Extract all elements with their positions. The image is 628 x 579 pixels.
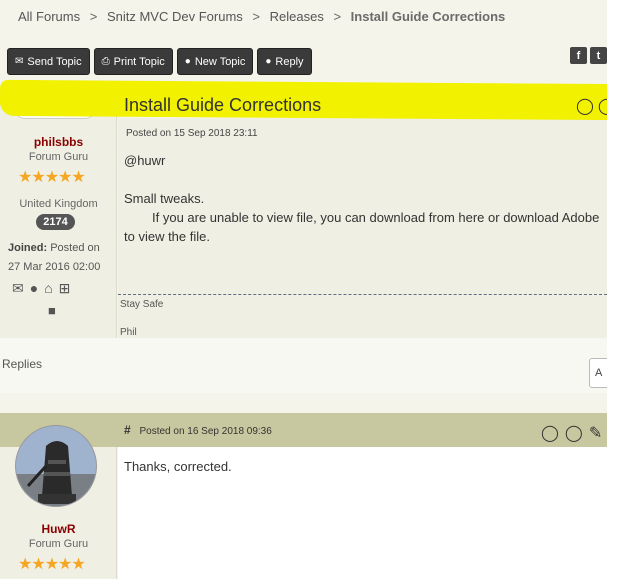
author-name[interactable]: HuwR xyxy=(0,522,117,536)
chat-icon[interactable]: ● xyxy=(30,280,38,297)
lock-icon: ■ xyxy=(48,303,56,318)
quote-icon[interactable]: ◯ xyxy=(576,96,594,116)
posted-date: Posted on 16 Sep 2018 09:36 xyxy=(139,426,272,437)
user-actions: ✉ ● ⌂ ⊞ xyxy=(12,280,70,297)
avatar xyxy=(15,425,97,507)
breadcrumb-current: Install Guide Corrections xyxy=(350,9,506,24)
quote-icon[interactable]: ◯ xyxy=(541,423,559,443)
print-topic-label: Print Topic xyxy=(113,55,165,68)
joined-info: Joined: Posted on 27 Mar 2016 02:00 xyxy=(8,239,114,277)
breadcrumb-releases[interactable]: Releases xyxy=(270,9,324,24)
author-country: United Kingdom xyxy=(19,198,98,210)
joined-label: Joined: xyxy=(8,242,48,254)
signature-line: Phil xyxy=(120,327,137,338)
post-count-badge: 2174 xyxy=(36,214,75,230)
breadcrumb-separator: > xyxy=(89,9,98,24)
message-line: @huwr xyxy=(124,153,166,168)
message-line: Small tweaks. xyxy=(124,191,205,206)
topic-message: @huwr Small tweaks. If you are unable to… xyxy=(124,151,607,246)
breadcrumb-separator: > xyxy=(333,9,342,24)
breadcrumb-separator: > xyxy=(252,9,260,24)
send-topic-label: Send Topic xyxy=(27,55,82,68)
facebook-icon[interactable]: f xyxy=(570,47,587,64)
reply-meta: # Posted on 16 Sep 2018 09:36 xyxy=(124,423,272,437)
breadcrumb: All Forums > Snitz MVC Dev Forums > Rele… xyxy=(18,9,505,24)
permalink-hash[interactable]: # xyxy=(124,423,131,437)
breadcrumb-all-forums[interactable]: All Forums xyxy=(18,9,80,24)
reply-bubbles-icon: ● xyxy=(265,56,272,67)
speech-bubble-icon: ● xyxy=(184,56,191,67)
rank-stars: ★★★★★ xyxy=(18,556,86,573)
replies-sort-button[interactable]: A xyxy=(589,358,607,388)
new-topic-label: New Topic xyxy=(194,55,246,68)
reply-label: Reply xyxy=(275,55,304,68)
reply-header xyxy=(0,413,607,447)
author-name[interactable]: philsbbs xyxy=(0,135,117,149)
rank-stars: ★★★★★ xyxy=(18,169,86,186)
edit-icon[interactable]: ✎ xyxy=(589,423,602,443)
signature-line: Stay Safe xyxy=(120,299,164,310)
reply-button[interactable]: ● Reply xyxy=(257,48,312,75)
home-icon[interactable]: ⌂ xyxy=(44,280,52,297)
author-rank: Forum Guru xyxy=(28,151,89,163)
replies-label: Replies xyxy=(2,357,43,371)
envelope-icon: ✉ xyxy=(15,56,24,67)
twitter-icon[interactable]: t xyxy=(590,47,607,64)
replies-bar: Replies A xyxy=(0,338,607,393)
print-topic-button[interactable]: ⎙ Print Topic xyxy=(93,48,173,75)
signature-divider xyxy=(118,294,607,295)
topic-body: Posted on 15 Sep 2018 23:11 @huwr Small … xyxy=(118,118,607,338)
right-gutter xyxy=(607,0,628,579)
sitemap-icon[interactable]: ⊞ xyxy=(59,280,71,297)
topic-author-panel: philsbbs avatar philsbbs Forum Guru ★★★★… xyxy=(0,88,117,338)
printer-icon: ⎙ xyxy=(101,56,110,67)
breadcrumb-snitz-mvc-dev-forums[interactable]: Snitz MVC Dev Forums xyxy=(107,9,243,24)
email-icon[interactable]: ✉ xyxy=(12,280,24,297)
author-rank: Forum Guru xyxy=(28,538,89,550)
topic-toolbar: ✉ Send Topic ⎙ Print Topic ● New Topic ●… xyxy=(7,48,312,75)
message-line: to view the file. xyxy=(124,229,210,244)
reply-message: Thanks, corrected. xyxy=(124,459,232,474)
social-share: f t xyxy=(570,47,607,64)
message-line: If you are unable to view file, you can … xyxy=(152,210,600,225)
topic-title: Install Guide Corrections xyxy=(124,95,322,115)
posted-date: Posted on 15 Sep 2018 23:11 xyxy=(126,128,258,139)
comment-icon[interactable]: ◯ xyxy=(565,423,583,443)
new-topic-button[interactable]: ● New Topic xyxy=(176,48,254,75)
reply-actions: ◯ ◯ ✎ xyxy=(541,423,602,443)
send-topic-button[interactable]: ✉ Send Topic xyxy=(7,48,90,75)
